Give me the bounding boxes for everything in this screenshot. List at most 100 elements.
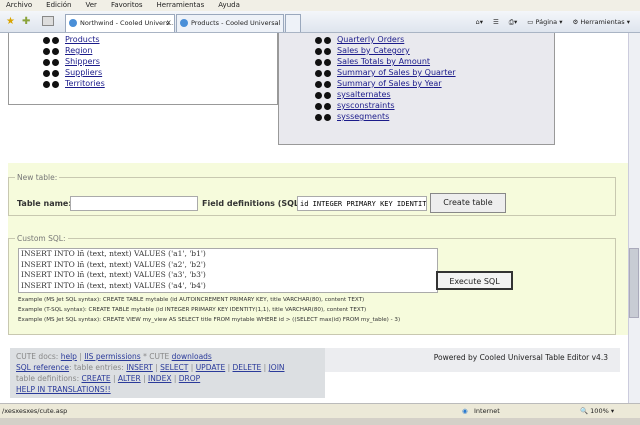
action-icons[interactable] [43, 58, 59, 66]
menu-bar: Archivo Edición Ver Favoritos Herramient… [0, 0, 640, 11]
tab-northwind[interactable]: Northwind - Cooled Univers... X [65, 14, 175, 32]
view-link[interactable]: Summary of Sales by Quarter [337, 68, 456, 78]
ie-icon [180, 19, 188, 27]
views-list: Quarterly Orders Sales by Category Sales… [278, 33, 555, 145]
action-icons[interactable] [43, 47, 59, 55]
field-definitions-label: Field definitions (SQL): [202, 199, 306, 208]
action-icons[interactable] [315, 69, 331, 77]
insert-link[interactable]: INSERT [126, 363, 153, 372]
sql-panel: New table: Table name: Field definitions… [8, 163, 628, 335]
action-icons[interactable] [315, 36, 331, 44]
action-icons[interactable] [315, 91, 331, 99]
entries-label: : table entries: [69, 363, 124, 372]
definitions-label: table definitions: [16, 374, 80, 383]
new-table-fieldset: New table: Table name: Field definitions… [8, 173, 616, 216]
index-link[interactable]: INDEX [148, 374, 171, 383]
action-icons[interactable] [315, 80, 331, 88]
globe-icon: ◉ [462, 407, 468, 415]
table-name-label: Table name: [17, 199, 72, 208]
list-item: sysconstraints [315, 101, 395, 111]
add-favorites-icon[interactable]: ✚ [22, 16, 30, 27]
custom-sql-fieldset: Custom SQL: INSERT INTO lñ (text, ntext)… [8, 234, 616, 335]
list-item: Products [43, 35, 100, 45]
table-link[interactable]: Suppliers [65, 68, 102, 78]
list-item: Shippers [43, 57, 100, 67]
action-icons[interactable] [315, 47, 331, 55]
taskbar [0, 418, 640, 425]
home-icon[interactable]: ⌂▾ [476, 16, 483, 28]
cute-label: * CUTE [143, 352, 170, 361]
list-item: Suppliers [43, 68, 102, 78]
view-link[interactable]: sysalternates [337, 90, 391, 100]
iis-permissions-link[interactable]: IIS permissions [84, 352, 140, 361]
view-link[interactable]: syssegments [337, 112, 389, 122]
vertical-scrollbar[interactable] [628, 33, 640, 403]
sql-reference-link[interactable]: SQL reference [16, 363, 69, 372]
alter-link[interactable]: ALTER [118, 374, 141, 383]
menu-edicion[interactable]: Edición [46, 0, 71, 11]
feeds-icon[interactable]: ☰ [493, 16, 499, 28]
update-link[interactable]: UPDATE [196, 363, 226, 372]
view-link[interactable]: Quarterly Orders [337, 35, 404, 45]
create-link[interactable]: CREATE [82, 374, 111, 383]
list-item: Territories [43, 79, 105, 89]
drop-link[interactable]: DROP [179, 374, 200, 383]
table-link[interactable]: Products [65, 35, 100, 45]
example-text: Example (T-SQL syntax): CREATE TABLE myt… [18, 307, 367, 313]
execute-sql-button[interactable]: Execute SQL [436, 271, 513, 290]
tab-list-icon[interactable] [42, 16, 54, 26]
close-tab-icon[interactable]: X [167, 15, 171, 31]
help-link[interactable]: help [61, 352, 77, 361]
list-item: Sales Totals by Amount [315, 57, 430, 67]
list-item: Region [43, 46, 92, 56]
create-table-button[interactable]: Create table [430, 193, 506, 213]
example-text: Example (MS Jet SQL syntax): CREATE TABL… [18, 297, 365, 303]
list-item: Summary of Sales by Quarter [315, 68, 456, 78]
view-link[interactable]: Sales Totals by Amount [337, 57, 430, 67]
favorites-star-icon[interactable]: ★ [6, 16, 15, 27]
custom-sql-textarea[interactable]: INSERT INTO lñ (text, ntext) VALUES ('a1… [18, 248, 438, 293]
menu-herramientas[interactable]: Herramientas [157, 0, 205, 11]
menu-ayuda[interactable]: Ayuda [218, 0, 240, 11]
browser-toolbar: ★ ✚ Northwind - Cooled Univers... X Prod… [0, 11, 640, 33]
action-icons[interactable] [315, 102, 331, 110]
tools-menu[interactable]: ⚙ Herramientas ▾ [572, 16, 630, 28]
action-icons[interactable] [315, 113, 331, 121]
menu-favoritos[interactable]: Favoritos [111, 0, 143, 11]
page-menu[interactable]: ▭ Página ▾ [527, 16, 562, 28]
menu-archivo[interactable]: Archivo [6, 0, 32, 11]
view-link[interactable]: sysconstraints [337, 101, 395, 111]
status-url: /xesxesxes/cute.asp [2, 407, 68, 415]
action-icons[interactable] [315, 58, 331, 66]
table-link[interactable]: Shippers [65, 57, 100, 67]
view-link[interactable]: Sales by Category [337, 46, 410, 56]
tab-products[interactable]: Products - Cooled Universal ... [176, 14, 284, 32]
delete-link[interactable]: DELETE [233, 363, 262, 372]
table-link[interactable]: Territories [65, 79, 105, 89]
list-item: syssegments [315, 112, 389, 122]
downloads-link[interactable]: downloads [172, 352, 212, 361]
menu-ver[interactable]: Ver [86, 0, 97, 11]
join-link[interactable]: JOIN [269, 363, 285, 372]
action-icons[interactable] [43, 69, 59, 77]
page-content: Products Region Shippers Suppliers Terri… [0, 33, 628, 403]
scrollbar-thumb[interactable] [629, 248, 639, 318]
list-item: Summary of Sales by Year [315, 79, 442, 89]
view-link[interactable]: Summary of Sales by Year [337, 79, 442, 89]
print-icon[interactable]: ⎙▾ [509, 16, 517, 28]
example-text: Example (MS Jet SQL syntax): CREATE VIEW… [18, 317, 401, 323]
action-icons[interactable] [43, 80, 59, 88]
action-icons[interactable] [43, 36, 59, 44]
help-translations-link[interactable]: HELP IN TRANSLATIONS!! [16, 385, 111, 394]
list-item: Quarterly Orders [315, 35, 404, 45]
table-name-input[interactable] [70, 196, 198, 211]
security-zone: Internet [474, 407, 500, 415]
new-tab-button[interactable] [285, 14, 301, 32]
docs-label: CUTE docs: [16, 352, 59, 361]
table-link[interactable]: Region [65, 46, 92, 56]
footer-links: CUTE docs: help | IIS permissions * CUTE… [10, 348, 325, 398]
list-item: sysalternates [315, 90, 391, 100]
field-definitions-input[interactable] [297, 196, 427, 211]
zoom-control[interactable]: 🔍 100% ▾ [580, 404, 614, 419]
select-link[interactable]: SELECT [160, 363, 188, 372]
